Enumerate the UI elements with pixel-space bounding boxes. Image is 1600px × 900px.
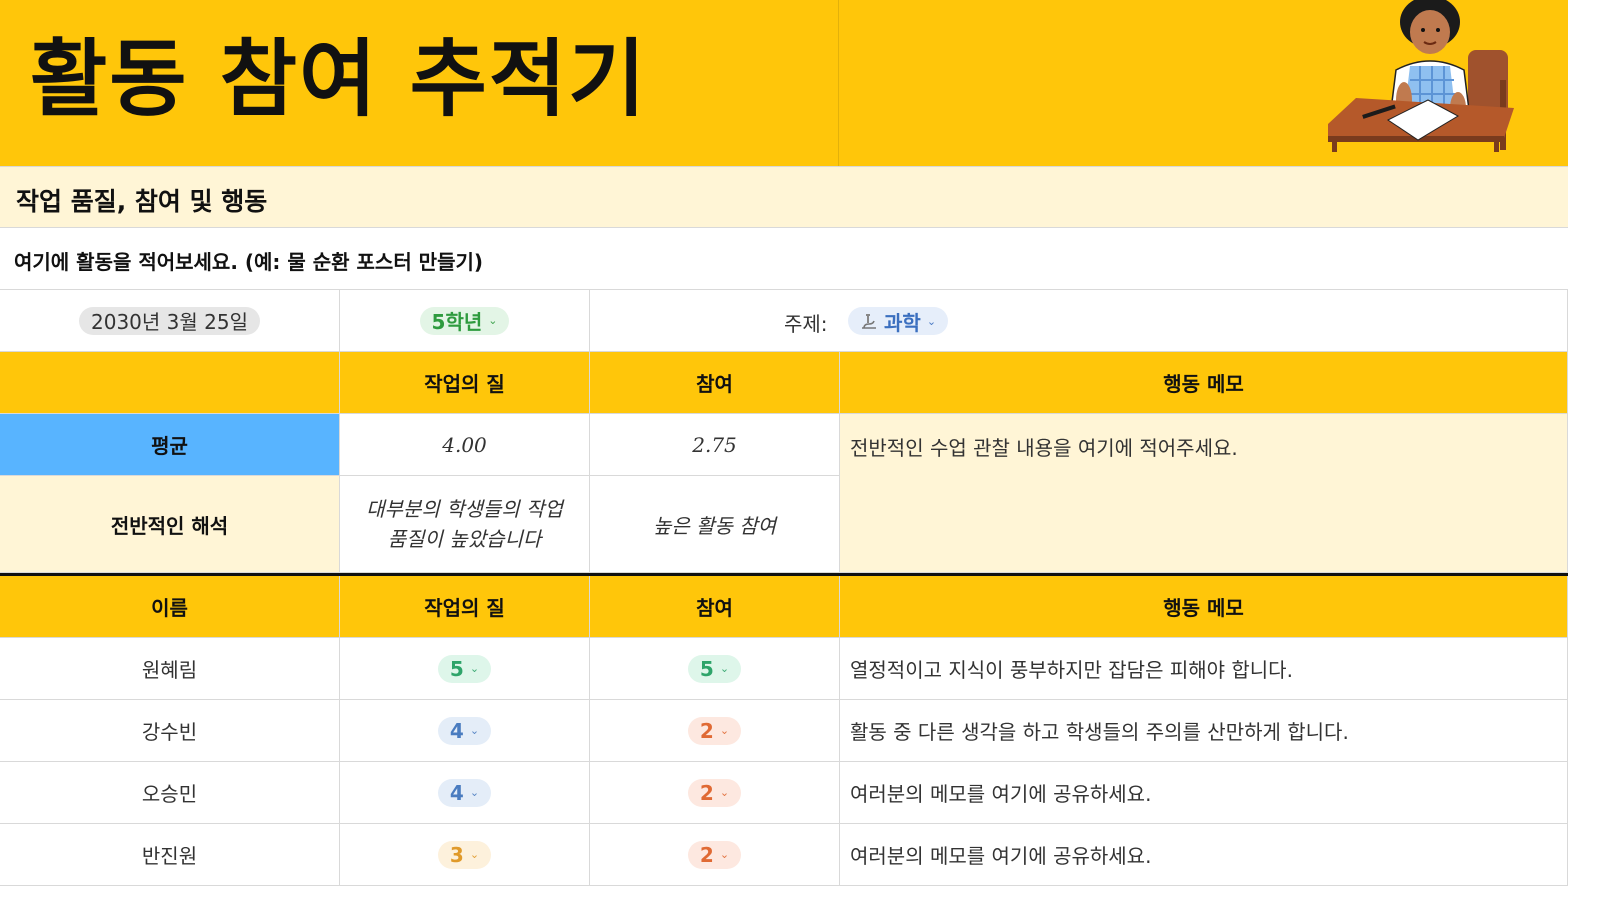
quality-rating-dropdown[interactable]: 4 ⌄ (437, 716, 492, 745)
grade-value: 5학년 (431, 310, 483, 334)
student-name[interactable]: 오승민 (0, 762, 340, 824)
quality-rating-dropdown[interactable]: 3 ⌄ (437, 840, 492, 869)
grade-dropdown[interactable]: 5학년 ⌄ (419, 306, 510, 335)
engagement-cell[interactable]: 2 ⌄ (590, 700, 840, 762)
date-chip[interactable]: 2030년 3월 25일 (79, 306, 260, 335)
subject-cell: 주제: 과학 ⌄ (590, 290, 1568, 352)
header-divider (838, 0, 839, 166)
behavior-note[interactable]: 활동 중 다른 생각을 하고 학생들의 주의를 산만하게 합니다. (840, 700, 1568, 762)
engagement-rating-dropdown[interactable]: 5 ⌄ (687, 654, 742, 683)
student-name[interactable]: 반진원 (0, 824, 340, 886)
chevron-down-icon: ⌄ (469, 662, 480, 675)
engagement-rating-dropdown[interactable]: 2 ⌄ (687, 778, 742, 807)
activity-description[interactable]: 여기에 활동을 적어보세요. (예: 물 순환 포스터 만들기) (14, 246, 483, 275)
behavior-note[interactable]: 열정적이고 지식이 풍부하지만 잡담은 피해야 합니다. (840, 638, 1568, 700)
interpretation-engagement: 높은 활동 참여 (590, 476, 840, 573)
table-header-name: 이름 (0, 576, 340, 638)
student-name[interactable]: 원혜림 (0, 638, 340, 700)
page-title: 활동 참여 추적기 (30, 30, 648, 128)
subject-value: 과학 (884, 310, 921, 335)
average-label: 평균 (0, 414, 340, 476)
quality-value: 3 (449, 842, 464, 867)
quality-value: 4 (449, 780, 464, 805)
average-quality: 4.00 (340, 414, 590, 476)
quality-cell[interactable]: 4 ⌄ (340, 762, 590, 824)
table-header-notes: 행동 메모 (840, 576, 1568, 638)
date-cell[interactable]: 2030년 3월 25일 (0, 290, 340, 352)
quality-cell[interactable]: 4 ⌄ (340, 700, 590, 762)
interpretation-label: 전반적인 해석 (0, 476, 340, 573)
subtitle: 작업 품질, 참여 및 행동 (16, 187, 268, 216)
subject-label: 주제: (784, 312, 828, 336)
table-header-engagement: 참여 (590, 576, 840, 638)
summary-header-quality: 작업의 질 (340, 352, 590, 414)
grade-cell[interactable]: 5학년 ⌄ (340, 290, 590, 352)
engagement-cell[interactable]: 2 ⌄ (590, 824, 840, 886)
chevron-down-icon: ⌄ (719, 786, 730, 799)
chevron-down-icon: ⌄ (719, 724, 730, 737)
summary-header-notes: 행동 메모 (840, 352, 1568, 414)
subtitle-row: 작업 품질, 참여 및 행동 (0, 166, 1568, 228)
engagement-value: 2 (699, 842, 714, 867)
student-name[interactable]: 강수빈 (0, 700, 340, 762)
behavior-note[interactable]: 여러분의 메모를 여기에 공유하세요. (840, 762, 1568, 824)
quality-cell[interactable]: 5 ⌄ (340, 638, 590, 700)
header-banner: 활동 참여 추적기 (0, 0, 1568, 166)
chevron-down-icon: ⌄ (719, 662, 730, 675)
engagement-rating-dropdown[interactable]: 2 ⌄ (687, 716, 742, 745)
chevron-down-icon: ⌄ (719, 848, 730, 861)
quality-value: 4 (449, 718, 464, 743)
engagement-value: 2 (699, 780, 714, 805)
table-header-quality: 작업의 질 (340, 576, 590, 638)
engagement-value: 2 (699, 718, 714, 743)
subject-dropdown[interactable]: 과학 ⌄ (848, 307, 949, 335)
interpretation-quality: 대부분의 학생들의 작업 품질이 높았습니다 (340, 476, 590, 573)
engagement-cell[interactable]: 2 ⌄ (590, 762, 840, 824)
engagement-cell[interactable]: 5 ⌄ (590, 638, 840, 700)
summary-header-engagement: 참여 (590, 352, 840, 414)
engagement-rating-dropdown[interactable]: 2 ⌄ (687, 840, 742, 869)
microscope-icon (862, 314, 876, 329)
activity-row[interactable]: 여기에 활동을 적어보세요. (예: 물 순환 포스터 만들기) (0, 228, 1568, 290)
summary-header-blank (0, 352, 340, 414)
quality-cell[interactable]: 3 ⌄ (340, 824, 590, 886)
overall-note[interactable]: 전반적인 수업 관찰 내용을 여기에 적어주세요. (840, 414, 1568, 573)
tracker-sheet: 활동 참여 추적기 작업 품질, 참여 및 행동 여기에 활동을 적어보세요. … (0, 0, 1568, 900)
chevron-down-icon: ⌄ (469, 786, 480, 799)
quality-value: 5 (449, 656, 464, 681)
chevron-down-icon: ⌄ (469, 724, 480, 737)
chevron-down-icon: ⌄ (926, 314, 937, 328)
average-engagement: 2.75 (590, 414, 840, 476)
chevron-down-icon: ⌄ (488, 314, 498, 327)
engagement-value: 5 (699, 656, 714, 681)
chevron-down-icon: ⌄ (469, 848, 480, 861)
behavior-note[interactable]: 여러분의 메모를 여기에 공유하세요. (840, 824, 1568, 886)
quality-rating-dropdown[interactable]: 4 ⌄ (437, 778, 492, 807)
student-writing-illustration (1328, 0, 1514, 152)
quality-rating-dropdown[interactable]: 5 ⌄ (437, 654, 492, 683)
